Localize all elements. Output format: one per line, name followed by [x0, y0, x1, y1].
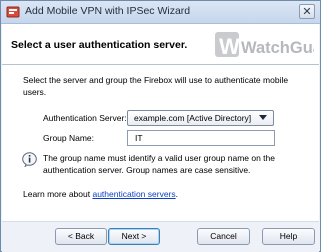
auth-servers-link[interactable]: authentication servers [92, 189, 175, 199]
back-button[interactable]: < Back [55, 228, 107, 245]
intro-text: Select the server and group the Firebox … [23, 75, 289, 97]
wizard-header: Select a user authentication server. W W… [2, 24, 319, 65]
group-name-note: The group name must identify a valid use… [43, 153, 275, 175]
auth-server-select[interactable]: example.com [Active Directory] [127, 110, 274, 126]
help-button[interactable]: Help [262, 228, 315, 245]
group-name-value: IT [135, 133, 143, 143]
cancel-button[interactable]: Cancel [197, 228, 250, 245]
logo-text: WatchGuard [241, 39, 314, 57]
chevron-down-icon [259, 115, 267, 120]
learn-more-prefix: Learn more about [23, 189, 93, 199]
next-button[interactable]: Next > [108, 228, 160, 245]
svg-text:W: W [219, 34, 240, 59]
page-title: Select a user authentication server. [11, 39, 188, 51]
button-bar: < Back Next > Cancel Help [2, 221, 319, 252]
info-icon [22, 152, 37, 167]
wizard-content: Select the server and group the Firebox … [2, 65, 319, 221]
watchguard-logo: W WatchGuard [215, 32, 314, 59]
close-icon: ✕ [302, 6, 312, 18]
auth-server-label: Authentication Server: [43, 113, 127, 123]
learn-more-suffix: . [175, 189, 179, 199]
close-button[interactable]: ✕ [299, 4, 315, 19]
title-bar[interactable]: Add Mobile VPN with IPSec Wizard ✕ [1, 1, 320, 24]
group-name-field[interactable]: IT [127, 130, 275, 146]
auth-server-value: example.com [Active Directory] [134, 113, 252, 123]
wizard-icon [6, 6, 20, 18]
learn-more-text: Learn more about authentication servers. [23, 189, 178, 199]
window-title: Add Mobile VPN with IPSec Wizard [25, 5, 191, 17]
wizard-window: Add Mobile VPN with IPSec Wizard ✕ Selec… [0, 0, 321, 252]
group-name-label: Group Name: [43, 133, 95, 143]
